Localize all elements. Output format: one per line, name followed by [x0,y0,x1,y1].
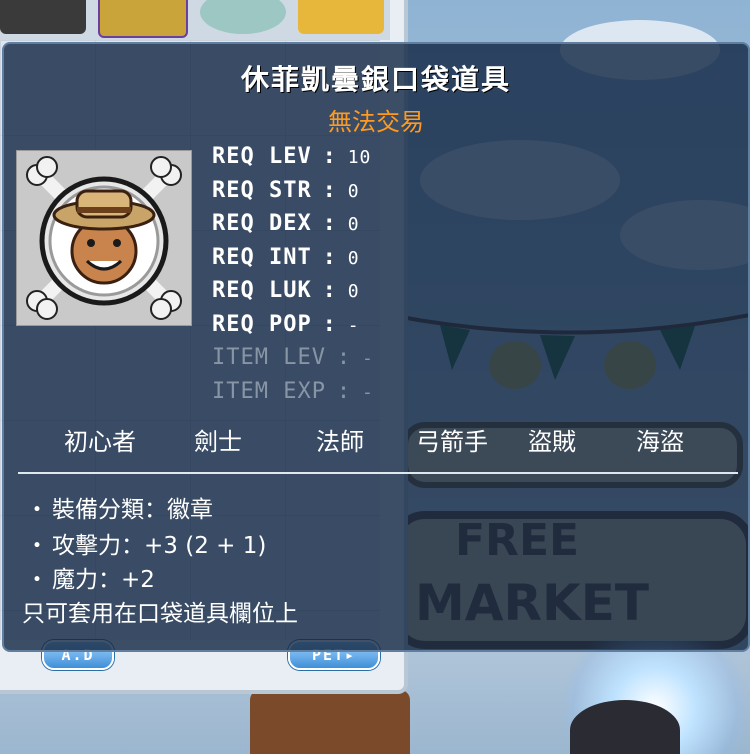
item-name: 休菲凱曇銀口袋道具 [240,63,511,96]
requirement-label: REQ LEV [212,144,312,169]
requirement-value: - [361,348,374,369]
requirement-row: REQ STR:0 [212,178,360,203]
requirement-label: REQ POP [212,311,312,337]
requirement-row: REQ INT:0 [212,245,360,270]
stat-line-magic: ・魔力：+2 [22,560,155,594]
requirement-colon: : [322,211,337,236]
inventory-slot[interactable] [200,0,286,34]
stat-line-attack: ・攻擊力：+3 (2 + 1) [22,526,267,560]
requirement-label: REQ DEX [212,211,312,236]
requirement-label: REQ INT [212,244,312,270]
requirement-colon: : [322,177,337,203]
divider [18,472,738,474]
requirement-row: ITEM LEV: - [212,345,374,370]
stat-line-category: ・裝備分類：徽章 [22,490,214,524]
tree-trunk [250,690,410,754]
bullet: ・ [25,497,49,523]
job-warrior: 劍士 [194,428,242,456]
job-list: 初心者 劍士 法師 弓箭手 盜賊 海盜 [4,422,748,456]
requirement-colon: : [322,311,337,337]
job-beginner: 初心者 [64,428,136,456]
requirement-row: ITEM EXP: - [212,379,374,404]
requirement-label: REQ LUK [212,278,312,303]
requirement-row: REQ LUK:0 [212,278,360,303]
inventory-slot[interactable] [298,0,384,34]
job-magician: 法師 [316,428,364,456]
item-tooltip: 休菲凱曇銀口袋道具 無法交易 REQ LEV: 10 REQ STR: 0 … [2,42,750,652]
requirement-label: REQ STR [212,177,312,203]
requirement-label: ITEM EXP [212,378,326,404]
requirement-colon: : [336,378,352,404]
requirement-value: 0 [347,281,360,302]
requirement-colon: : [322,144,337,169]
inventory-top-slots [0,0,390,40]
requirement-value: 0 [347,214,360,235]
requirement-value: 10 [347,147,372,168]
requirement-colon: : [322,278,337,303]
requirement-label: ITEM LEV [212,345,326,370]
requirement-value: - [347,314,360,336]
requirement-colon: : [322,244,337,270]
requirement-row: REQ POP: - [212,312,360,337]
requirement-colon: : [336,345,352,370]
requirement-row: REQ DEX:0 [212,211,360,236]
character-sprite [570,700,680,754]
bullet: ・ [25,567,49,593]
trade-status: 無法交易 [328,108,424,136]
job-bowman: 弓箭手 [416,428,488,456]
pocket-item-icon [16,150,192,326]
requirement-row: REQ LEV:10 [212,144,371,169]
stat-text: 攻擊力：+3 (2 + 1) [52,533,267,559]
stat-text: 魔力：+2 [52,567,155,593]
bullet: ・ [25,533,49,559]
requirement-value: - [361,381,374,403]
item-note: 只可套用在口袋道具欄位上 [22,601,298,627]
requirement-value: 0 [347,180,360,202]
job-thief: 盜賊 [528,428,576,456]
requirement-value: 0 [347,247,360,269]
inventory-slot[interactable] [98,0,188,38]
stat-text: 裝備分類：徽章 [52,497,213,523]
inventory-slot[interactable] [0,0,86,34]
job-pirate: 海盜 [636,428,684,456]
